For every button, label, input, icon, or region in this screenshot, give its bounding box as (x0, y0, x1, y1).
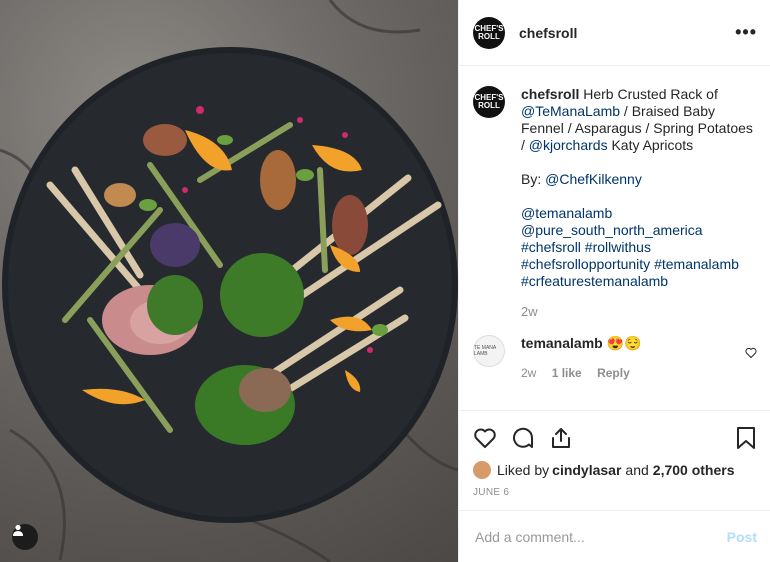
caption-part: Herb Crusted Rack of (579, 86, 718, 102)
post-comment-button[interactable]: Post (727, 529, 757, 545)
food-plate-image (0, 0, 458, 562)
add-comment-bar: Post (459, 510, 770, 562)
comment-likes[interactable]: 1 like (552, 366, 582, 380)
post-photo[interactable] (0, 0, 458, 562)
caption-credit: By: @ChefKilkenny (521, 171, 757, 188)
liker-avatar[interactable] (473, 461, 491, 479)
likes-count[interactable]: 2,700 others (653, 462, 735, 478)
comment-item: TE MANA LAMB temanalamb 😍😌 2w 1 like Rep… (473, 335, 757, 380)
avatar-text: TE MANA LAMB (474, 345, 496, 357)
caption-avatar[interactable]: CHEF'S ROLL (473, 86, 505, 118)
comment-body: temanalamb 😍😌 2w 1 like Reply (521, 335, 731, 380)
author-username[interactable]: chefsroll (519, 25, 577, 41)
action-icons (473, 423, 757, 453)
commenter-avatar[interactable]: TE MANA LAMB (473, 335, 505, 367)
caption-text: chefsroll Herb Crusted Rack of @TeManaLa… (521, 86, 757, 290)
caption-username[interactable]: chefsroll (521, 86, 579, 102)
post-header: CHEF'S ROLL chefsroll ••• (459, 0, 770, 66)
post-date[interactable]: JUNE 6 (473, 487, 757, 498)
commenter-username[interactable]: temanalamb (521, 335, 603, 351)
by-label: By: (521, 171, 546, 187)
comment-meta: 2w 1 like Reply (521, 366, 731, 380)
comment-text: 😍😌 (606, 335, 642, 351)
comments-section: CHEF'S ROLL chefsroll Herb Crusted Rack … (459, 66, 770, 410)
caption-timestamp[interactable]: 2w (521, 304, 757, 319)
comment-input[interactable] (473, 527, 727, 546)
hashtags[interactable]: @temanalamb @pure_south_north_america #c… (521, 205, 757, 290)
share-icon[interactable] (549, 426, 573, 450)
comment-bubble-icon[interactable] (511, 426, 535, 450)
more-options-icon[interactable]: ••• (735, 22, 757, 43)
like-comment-heart-icon[interactable] (745, 347, 757, 359)
caption: CHEF'S ROLL chefsroll Herb Crusted Rack … (473, 86, 757, 290)
action-bar: Liked by cindylasar and 2,700 others JUN… (459, 410, 770, 498)
likes-summary: Liked by cindylasar and 2,700 others (473, 461, 757, 479)
liker-username[interactable]: cindylasar (552, 462, 621, 478)
likes-middle: and (625, 462, 649, 478)
post-side-panel: CHEF'S ROLL chefsroll ••• CHEF'S ROLL ch… (458, 0, 770, 562)
like-heart-icon[interactable] (473, 426, 497, 450)
mention-link[interactable]: @TeManaLamb (521, 103, 620, 119)
mention-link[interactable]: @ChefKilkenny (545, 171, 642, 187)
author-avatar[interactable]: CHEF'S ROLL (473, 16, 505, 49)
person-icon (13, 524, 23, 536)
avatar-text: CHEF'S ROLL (474, 93, 504, 110)
caption-part: Katy Apricots (607, 137, 694, 153)
tagged-users-button[interactable] (12, 524, 38, 550)
avatar-text: CHEF'S ROLL (474, 23, 504, 41)
likes-prefix: Liked by (497, 462, 550, 478)
comment-timestamp[interactable]: 2w (521, 366, 536, 380)
mention-link[interactable]: @kjorchards (529, 137, 608, 153)
reply-button[interactable]: Reply (597, 366, 630, 380)
bookmark-icon[interactable] (735, 426, 757, 450)
